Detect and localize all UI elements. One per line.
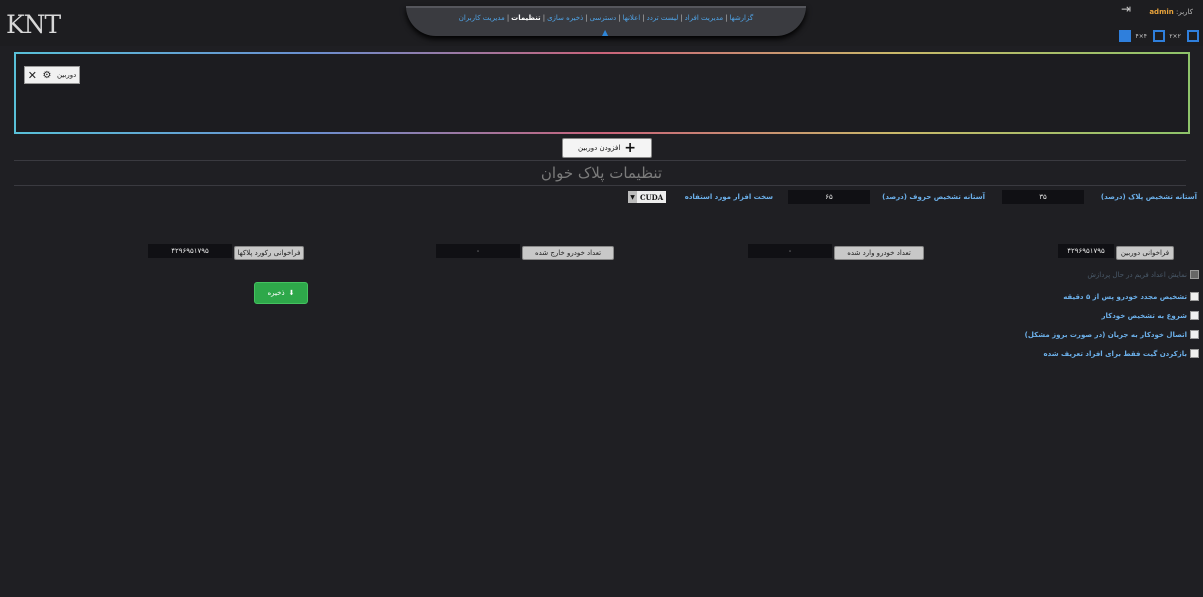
main-nav: گزارشها|مدیریت افراد|لیست تردد|اعلانها|د… (406, 6, 806, 37)
add-camera-label: افزودن دوربین (577, 144, 621, 152)
nav-item[interactable]: گزارشها (729, 14, 753, 22)
nav-item[interactable]: مدیریت افراد (685, 14, 724, 22)
last-camera-button[interactable]: فراخوانی دوربین (1116, 246, 1174, 260)
last-record-value: ۴۲۹۶۹۵۱۷۹۵ (148, 244, 232, 258)
nav-separator: | (506, 14, 510, 22)
download-icon: ⬇ (288, 289, 295, 297)
plus-icon: + (624, 140, 637, 156)
logo: KNT (6, 10, 61, 39)
option-label: تشخیص مجدد خودرو پس از ۵ دقیقه (1063, 292, 1187, 301)
nav-links: گزارشها|مدیریت افراد|لیست تردد|اعلانها|د… (406, 14, 806, 22)
user-info: کاربر: admin (1149, 8, 1193, 16)
option-gate-known-only[interactable]: بازکردن گیت فقط برای افراد تعریف شده (1044, 349, 1199, 358)
nav-separator: | (642, 14, 645, 22)
camera-tab[interactable]: ✕ ⚙ دوربین (24, 66, 80, 84)
add-camera-button[interactable]: افزودن دوربین + (562, 138, 652, 158)
hardware-select-value: CUDA (640, 192, 664, 202)
option-label: اتصال خودکار به جریان (در صورت بروز مشکل… (1024, 330, 1187, 339)
plate-threshold-input[interactable]: ۳۵ (1002, 190, 1084, 204)
user-name: admin (1149, 8, 1174, 16)
user-label: کاربر: (1175, 8, 1193, 16)
hardware-label: سخت افزار مورد استفاده (684, 193, 773, 201)
checkbox[interactable] (1190, 292, 1199, 301)
checkbox[interactable] (1190, 270, 1199, 279)
hardware-select[interactable]: ▼ CUDA (628, 191, 667, 203)
chevron-down-icon: ▼ (628, 191, 637, 203)
char-threshold-input[interactable]: ۶۵ (788, 190, 870, 204)
camera-panel: ✕ ⚙ دوربین (14, 52, 1190, 134)
nav-item[interactable]: اعلانها (623, 14, 641, 22)
entered-cars-value: ۰ (748, 244, 832, 258)
nav-item[interactable]: لیست تردد (647, 14, 679, 22)
entered-cars-button[interactable]: تعداد خودرو وارد شده (834, 246, 924, 260)
last-record-button[interactable]: فراخوانی رکورد پلاکها (234, 246, 304, 260)
checkbox[interactable] (1190, 330, 1199, 339)
option-label: نمایش اعداد فریم در حال پردازش (1087, 270, 1187, 279)
home-icon[interactable]: ▲ (602, 28, 608, 37)
option-show-frame-numbers[interactable]: نمایش اعداد فریم در حال پردازش (1087, 270, 1199, 279)
gear-icon[interactable]: ⚙ (42, 70, 51, 81)
nav-separator: | (585, 14, 588, 22)
layout-1x1-button[interactable] (1119, 30, 1132, 42)
layout-label: ۲×۲ (1169, 32, 1181, 40)
save-button[interactable]: ذخیره ⬇ (254, 282, 308, 304)
layout-3x3-button[interactable] (1187, 30, 1199, 42)
option-auto-reconnect[interactable]: اتصال خودکار به جریان (در صورت بروز مشکل… (1025, 330, 1199, 339)
close-icon[interactable]: ✕ (28, 69, 37, 82)
nav-item[interactable]: تنظیمات (511, 14, 541, 22)
camera-tab-label: دوربین (56, 71, 77, 79)
layout-buttons: ۴×۴ ۲×۲ (1117, 30, 1199, 42)
checkbox[interactable] (1190, 349, 1199, 358)
option-label: بازکردن گیت فقط برای افراد تعریف شده (1043, 349, 1187, 358)
nav-separator: | (725, 14, 728, 22)
nav-item[interactable]: ذخیره سازی (547, 14, 583, 22)
option-auto-start[interactable]: شروع به تشخیص خودکار (1101, 311, 1199, 320)
option-redetect-car[interactable]: تشخیص مجدد خودرو پس از ۵ دقیقه (1063, 292, 1199, 301)
logout-icon[interactable]: ⇥ (1121, 2, 1131, 16)
save-label: ذخیره (267, 289, 285, 297)
last-camera-value: ۴۲۹۶۹۵۱۷۹۵ (1058, 244, 1114, 258)
plate-threshold-label: آستانه تشخیص پلاک (درصد) (1100, 193, 1197, 201)
nav-item[interactable]: مدیریت کاربران (459, 14, 505, 22)
divider (14, 160, 1186, 161)
checkbox[interactable] (1190, 311, 1199, 320)
option-label: شروع به تشخیص خودکار (1101, 311, 1187, 320)
exited-cars-button[interactable]: تعداد خودرو خارج شده (522, 246, 614, 260)
nav-item[interactable]: دسترسی (590, 14, 617, 22)
section-title: تنظیمات پلاک خوان (540, 164, 663, 182)
nav-separator: | (618, 14, 621, 22)
char-threshold-label: آستانه تشخیص حروف (درصد) (882, 193, 985, 201)
exited-cars-value: ۰ (436, 244, 520, 258)
layout-label: ۴×۴ (1135, 32, 1147, 40)
divider (14, 185, 1186, 186)
nav-separator: | (542, 14, 546, 22)
layout-2x2-button[interactable] (1153, 30, 1166, 42)
nav-separator: | (680, 14, 683, 22)
